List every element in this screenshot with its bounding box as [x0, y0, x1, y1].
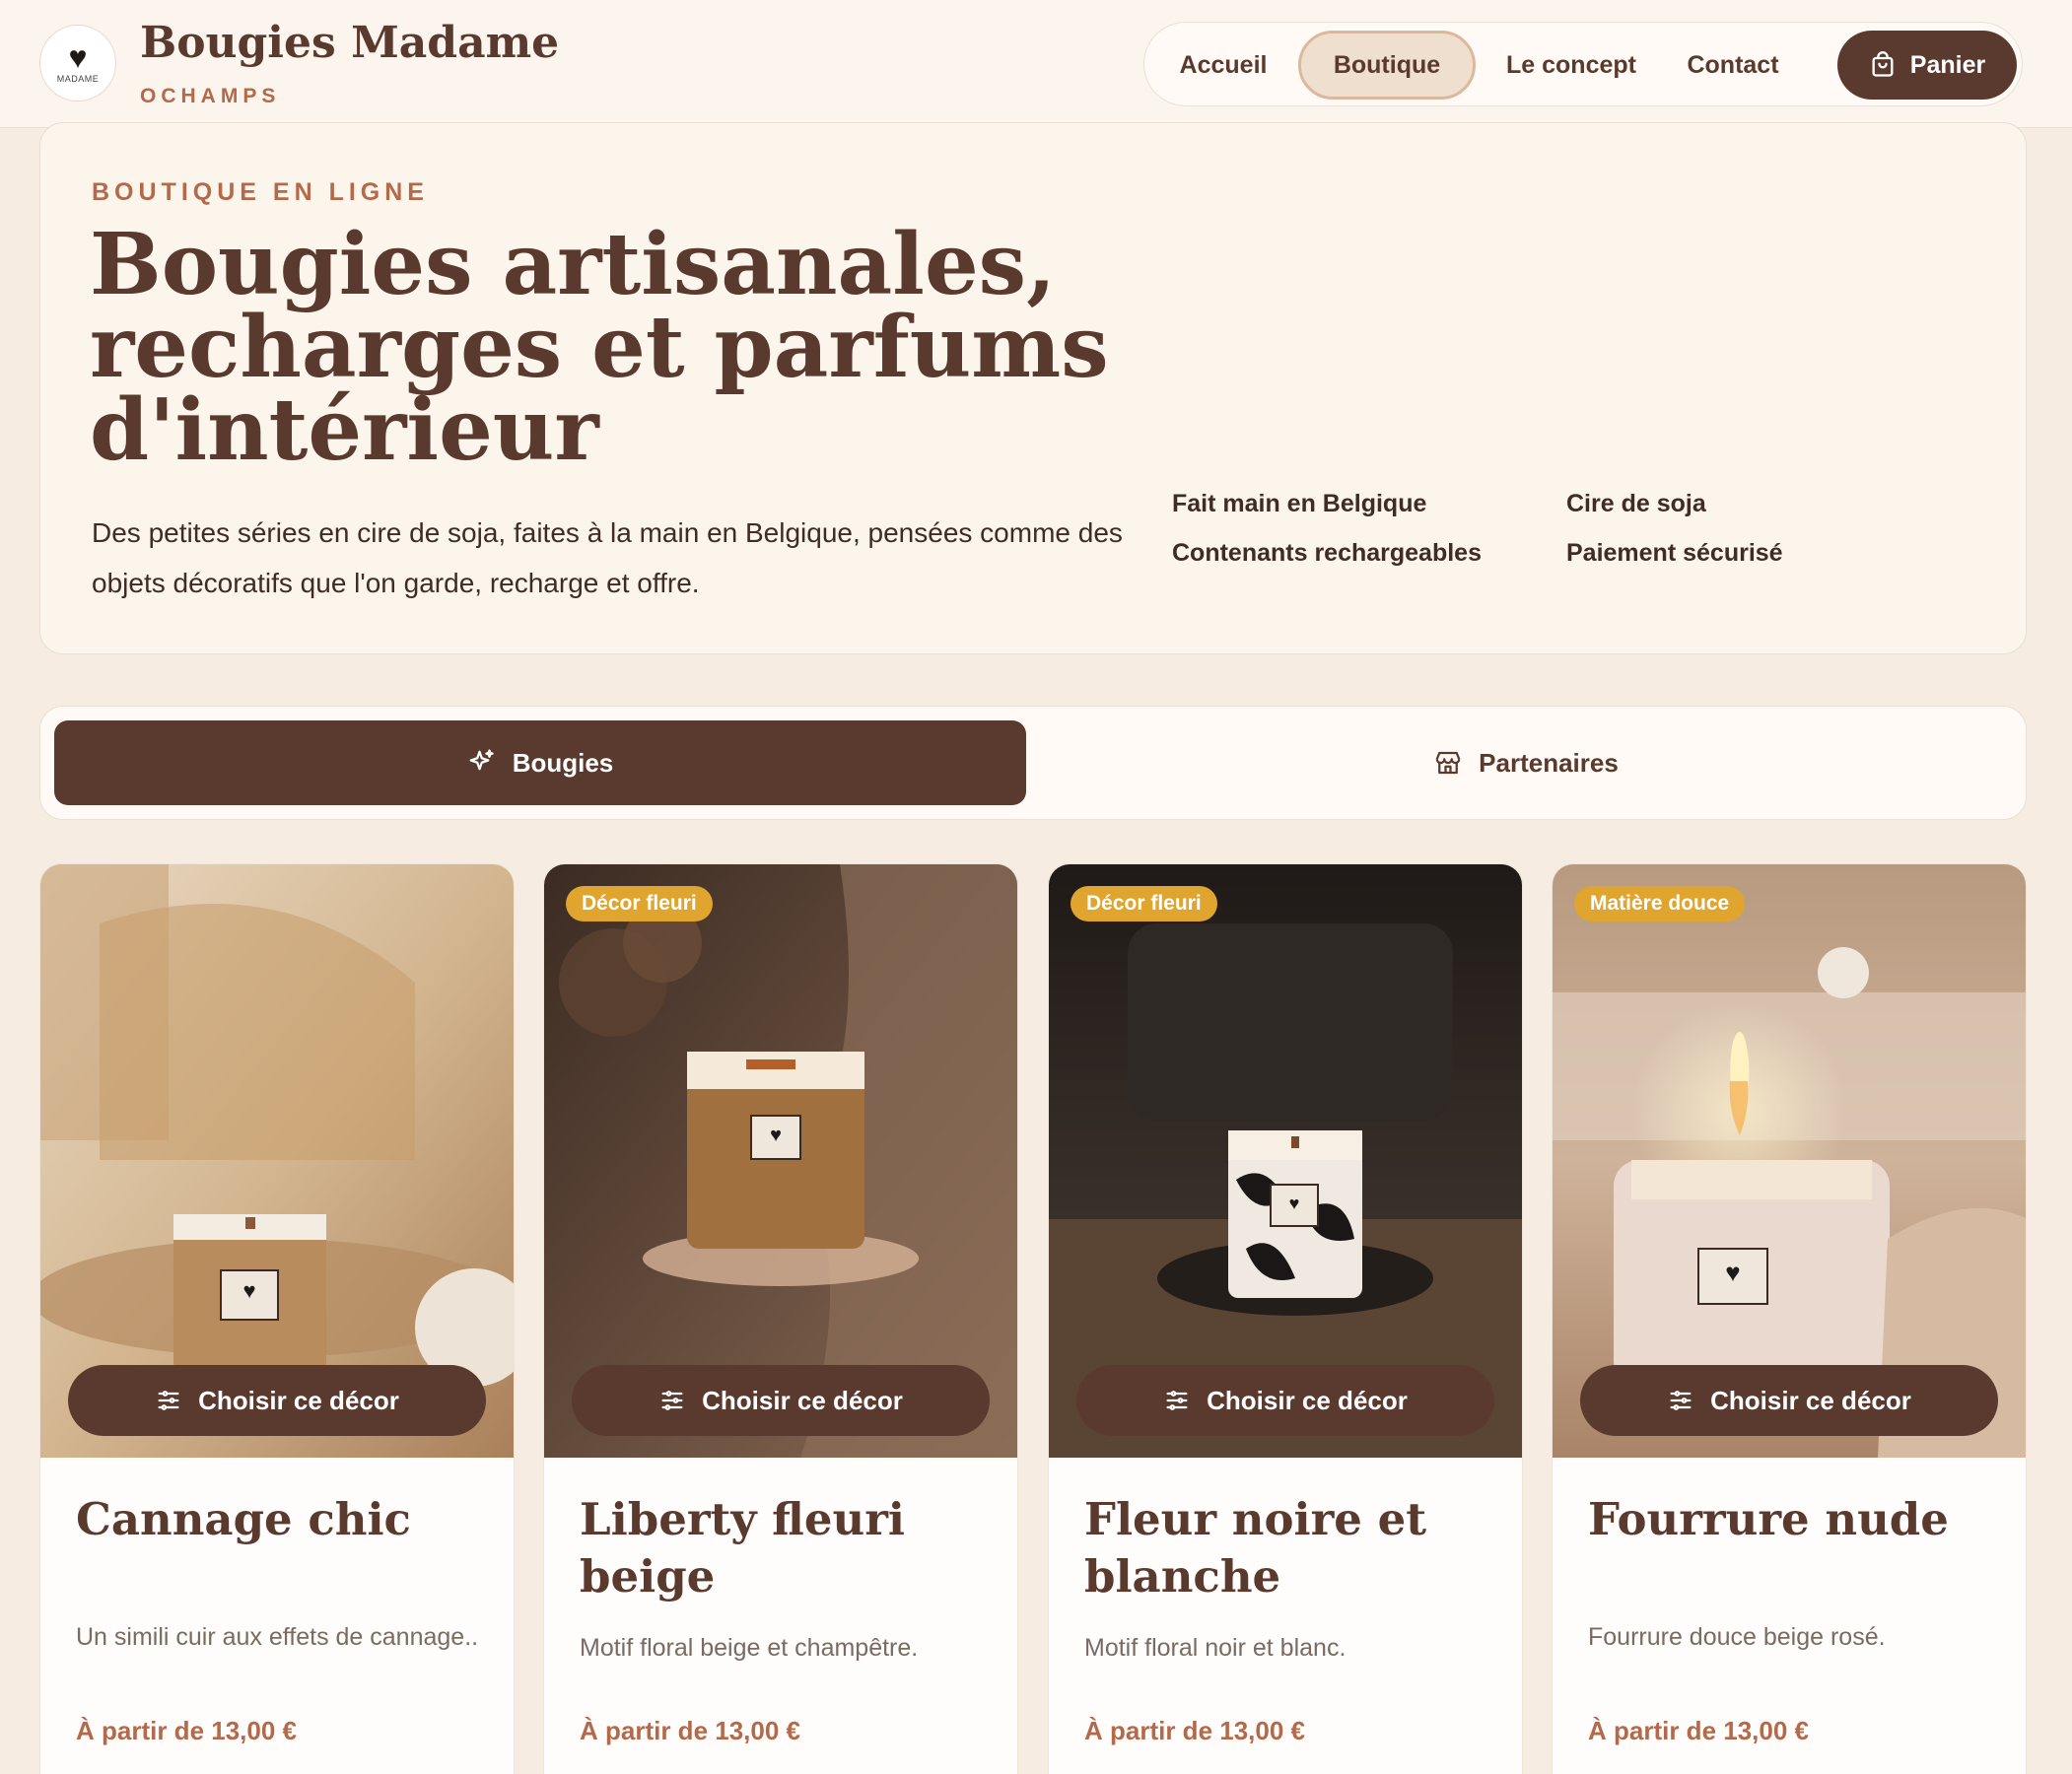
sparkles-icon [469, 749, 494, 771]
product-title[interactable]: Fourrure nude [1588, 1491, 2002, 1548]
hero-title: Bougies artisanales, recharges et parfum… [90, 215, 1174, 480]
product-image[interactable]: ♥ Décor fleuri Choisir ce décor [1049, 864, 1522, 1458]
sliders-icon [661, 1391, 683, 1410]
hero-title-line: d'intérieur [90, 380, 599, 480]
product-image[interactable]: ♥ Matière douce Choisir ce décor [1553, 864, 2026, 1458]
product-description: Fourrure douce beige rosé. [1588, 1623, 1886, 1651]
sliders-icon [1670, 1391, 1692, 1410]
product-price: À partir de 13,00 € [580, 1716, 800, 1745]
tab-partenaires[interactable]: Partenaires [1040, 720, 2012, 805]
cart-button[interactable]: Panier [1837, 31, 2017, 100]
choose-decor-label: Choisir ce décor [1710, 1385, 1911, 1415]
hero-section: BOUTIQUE EN LIGNE Bougies artisanales, r… [39, 122, 2027, 654]
svg-text:♥: ♥ [1725, 1258, 1740, 1287]
product-description: Motif floral noir et blanc. [1084, 1634, 1347, 1662]
product-price: À partir de 13,00 € [76, 1716, 297, 1745]
brand-name[interactable]: Bougies Madame [140, 18, 559, 68]
choose-decor-label: Choisir ce décor [1207, 1385, 1408, 1415]
product-image[interactable]: ♥ Décor fleuri Choisir ce décor [544, 864, 1017, 1458]
feature-item: Paiement sécurisé [1566, 539, 1783, 567]
store-icon [1435, 751, 1461, 775]
svg-text:♥: ♥ [242, 1278, 255, 1303]
product-badge: Décor fleuri [1071, 886, 1217, 921]
product-price: À partir de 13,00 € [1084, 1716, 1305, 1745]
product-title[interactable]: Cannage chic [76, 1491, 490, 1548]
product-description: Motif floral beige et champêtre. [580, 1634, 919, 1662]
brand-location: OCHAMPS [140, 85, 281, 107]
product-description: Un simili cuir aux effets de cannage.. [76, 1623, 479, 1651]
product-badge: Matière douce [1574, 886, 1746, 921]
heart-icon: ♥ [68, 39, 88, 75]
sliders-icon [158, 1391, 179, 1410]
hero-title-line: Bougies artisanales, [90, 215, 1057, 314]
category-tabs: Bougies Partenaires [39, 706, 2027, 820]
tab-label: Bougies [512, 747, 614, 778]
product-card[interactable]: ♥ Décor fleuri Choisir ce décor Fleur no… [1048, 863, 1523, 1774]
product-title[interactable]: Liberty fleuri beige [580, 1491, 994, 1605]
choose-decor-button[interactable]: Choisir ce décor [68, 1365, 486, 1436]
tab-bougies[interactable]: Bougies [54, 720, 1026, 805]
nav-le-concept[interactable]: Le concept [1487, 31, 1655, 100]
sliders-icon [1166, 1391, 1188, 1410]
product-card[interactable]: ♥ Choisir ce décor Cannage chic Un simil… [39, 863, 515, 1774]
svg-text:♥: ♥ [1289, 1194, 1300, 1213]
product-image[interactable]: ♥ Choisir ce décor [40, 864, 514, 1458]
nav-contact[interactable]: Contact [1669, 31, 1797, 100]
brand-logo[interactable]: ♥ MADAME [39, 25, 116, 102]
product-title[interactable]: Fleur noire et blanche [1084, 1491, 1498, 1605]
choose-decor-button[interactable]: Choisir ce décor [572, 1365, 990, 1436]
product-badge: Décor fleuri [566, 886, 713, 921]
choose-decor-button[interactable]: Choisir ce décor [1076, 1365, 1494, 1436]
hero-title-line: recharges et parfums [90, 298, 1109, 397]
product-price: À partir de 13,00 € [1588, 1716, 1809, 1745]
cart-label: Panier [1909, 51, 1986, 79]
main-nav: Accueil Boutique Le concept Contact Pani… [1143, 22, 2023, 106]
product-card[interactable]: ♥ Matière douce Choisir ce décor Fourrur… [1552, 863, 2027, 1774]
hero-description: Des petites séries en cire de soja, fait… [92, 517, 1123, 598]
feature-item: Cire de soja [1566, 490, 1706, 517]
feature-item: Fait main en Belgique [1172, 490, 1427, 517]
shopping-bag-icon [1872, 51, 1894, 77]
nav-accueil[interactable]: Accueil [1164, 31, 1282, 100]
choose-decor-label: Choisir ce décor [198, 1385, 399, 1415]
nav-boutique[interactable]: Boutique [1298, 31, 1476, 100]
svg-text:♥: ♥ [770, 1125, 782, 1146]
hero-eyebrow: BOUTIQUE EN LIGNE [92, 178, 429, 206]
feature-item: Contenants rechargeables [1172, 539, 1482, 567]
logo-text: MADAME [56, 74, 100, 84]
site-header: ♥ MADAME Bougies Madame OCHAMPS Accueil … [0, 0, 2072, 128]
choose-decor-button[interactable]: Choisir ce décor [1580, 1365, 1998, 1436]
tab-label: Partenaires [1479, 747, 1619, 778]
product-card[interactable]: ♥ Décor fleuri Choisir ce décor Liberty … [543, 863, 1018, 1774]
choose-decor-label: Choisir ce décor [702, 1385, 903, 1415]
